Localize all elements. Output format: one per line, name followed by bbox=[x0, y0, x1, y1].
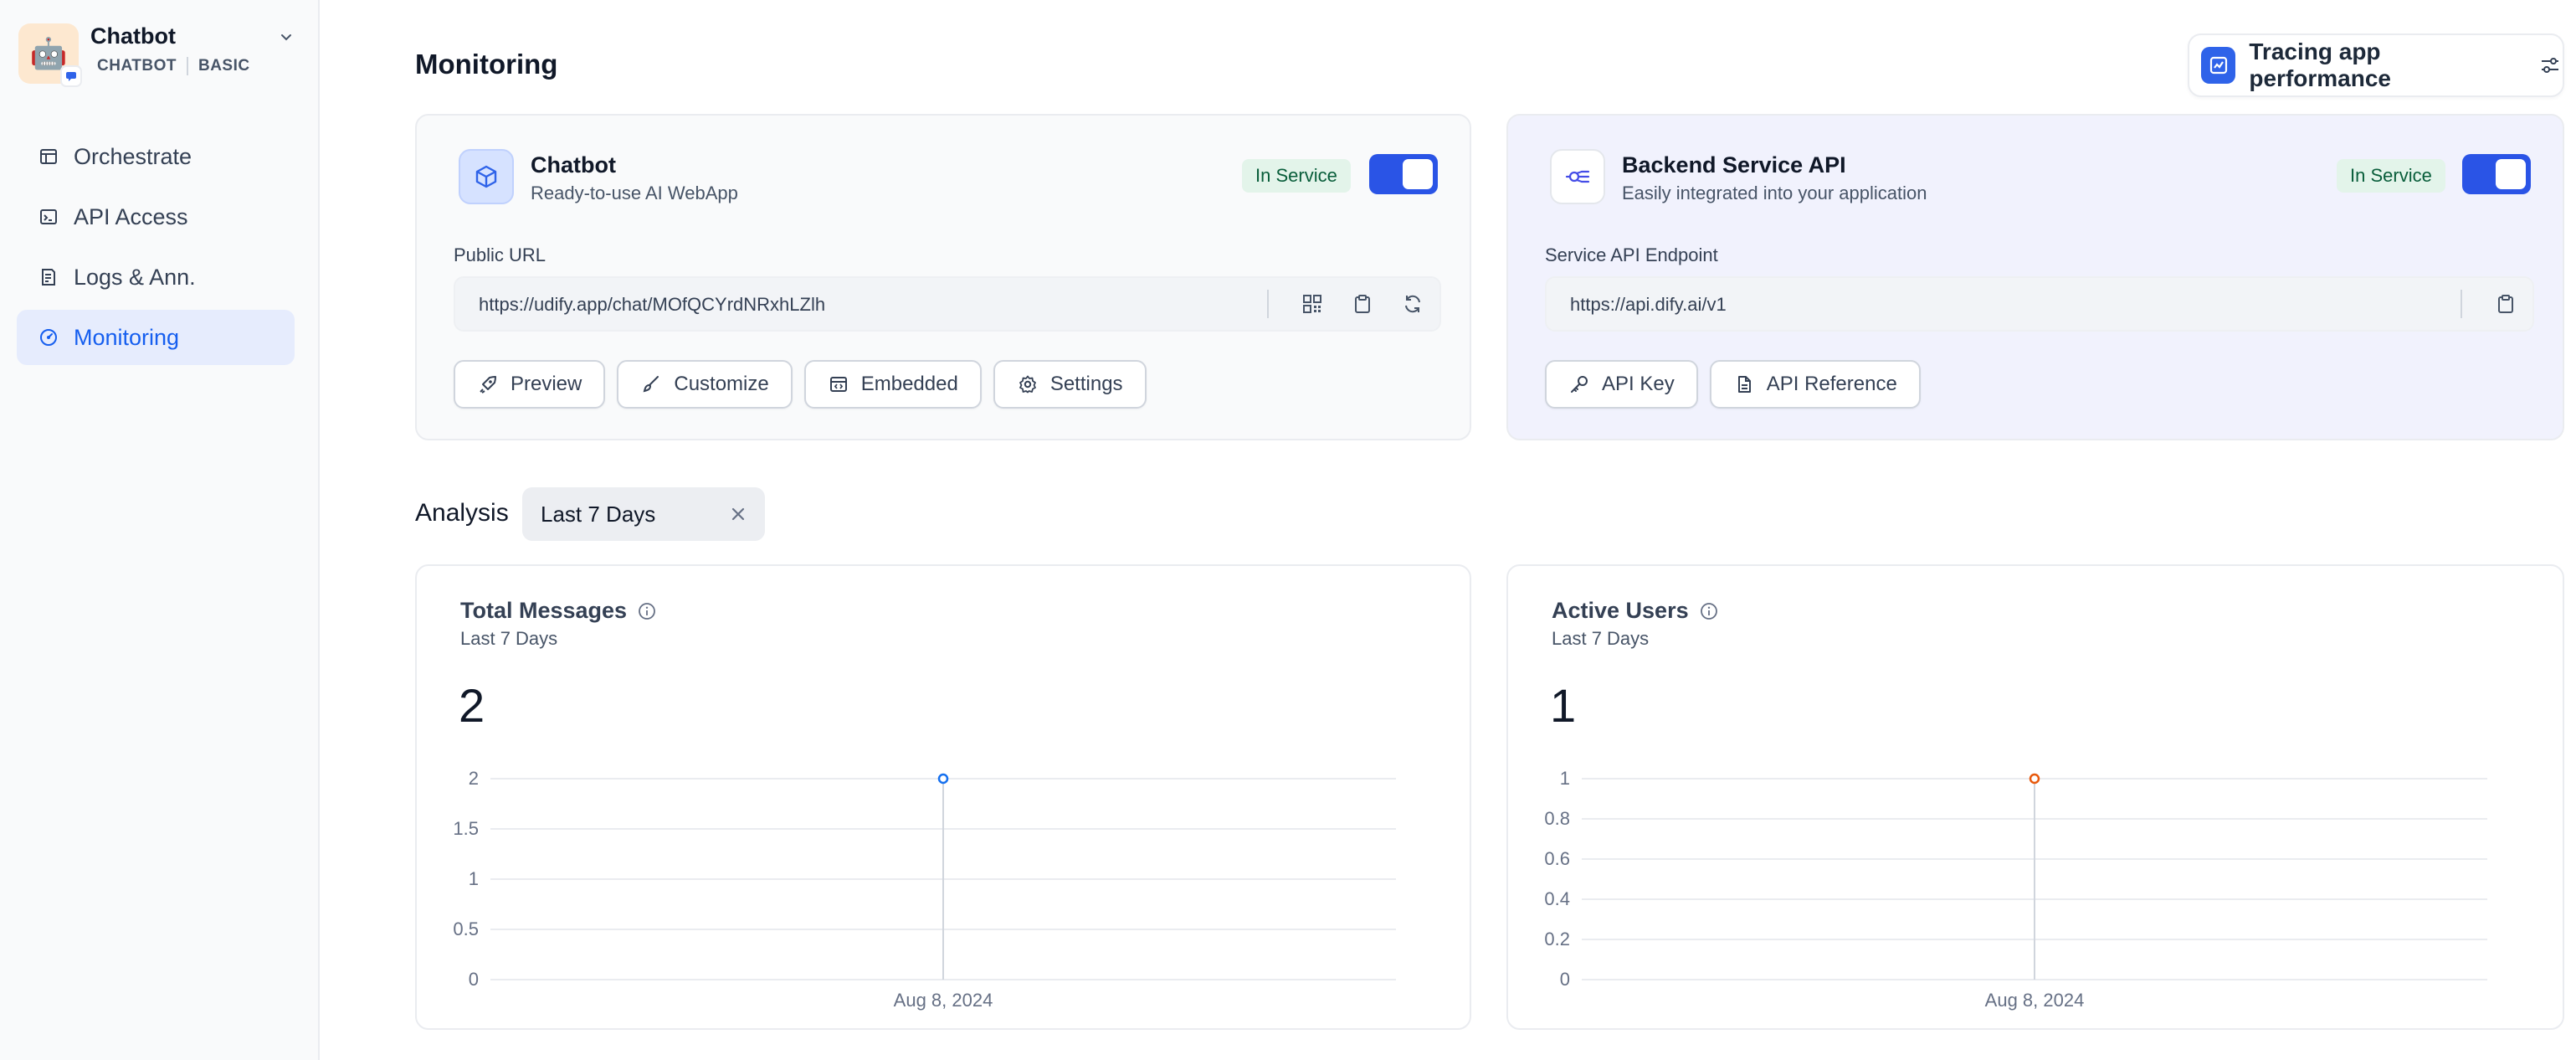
tag-divider bbox=[186, 57, 188, 75]
sidebar-item-label: Orchestrate bbox=[74, 143, 192, 169]
sidebar: 🤖 Chatbot CHATBOT BASIC Orchestrate API … bbox=[0, 0, 320, 1060]
status-badge: In Service bbox=[2337, 159, 2445, 193]
public-url-label: Public URL bbox=[454, 244, 547, 265]
document-icon bbox=[1733, 373, 1755, 395]
url-divider bbox=[1267, 290, 1269, 318]
tracing-icon bbox=[2201, 47, 2236, 84]
date-range-value: Last 7 Days bbox=[541, 501, 656, 527]
preview-button[interactable]: Preview bbox=[454, 360, 606, 409]
tracing-button[interactable]: Tracing app performance bbox=[2188, 33, 2564, 97]
api-actions: API Key API Reference bbox=[1545, 360, 1932, 409]
api-endpoint-value: https://api.dify.ai/v1 bbox=[1570, 294, 1727, 315]
page-title: Monitoring bbox=[415, 49, 558, 80]
y-tick-label: 1.5 bbox=[453, 818, 479, 839]
api-title: Backend Service API bbox=[1622, 152, 1846, 178]
embedded-button[interactable]: Embedded bbox=[803, 360, 982, 409]
settings-button[interactable]: Settings bbox=[993, 360, 1147, 409]
clipboard-copy-icon[interactable] bbox=[2487, 286, 2524, 322]
app-name: Chatbot bbox=[90, 23, 176, 49]
tracing-label: Tracing app performance bbox=[2249, 39, 2391, 91]
api-service-toggle[interactable] bbox=[2462, 154, 2531, 194]
code-window-icon bbox=[828, 373, 849, 395]
webapp-service-toggle[interactable] bbox=[1369, 154, 1438, 194]
dashboard-gauge-icon bbox=[37, 326, 60, 349]
y-tick-label: 1 bbox=[1560, 768, 1570, 789]
customize-button[interactable]: Customize bbox=[617, 360, 793, 409]
sidebar-item-label: API Access bbox=[74, 203, 188, 229]
y-tick-label: 0 bbox=[1560, 969, 1570, 990]
rocket-icon bbox=[477, 373, 499, 395]
x-tick-label: Aug 8, 2024 bbox=[1985, 990, 2085, 1011]
app-tags: CHATBOT BASIC bbox=[97, 57, 250, 75]
api-key-label: API Key bbox=[1602, 373, 1675, 395]
webapp-subtitle: Ready-to-use AI WebApp bbox=[531, 183, 738, 203]
status-badge: In Service bbox=[1242, 159, 1351, 193]
cube-icon bbox=[459, 149, 514, 204]
preview-label: Preview bbox=[511, 373, 582, 395]
active-users-chart: 0 0.2 0.4 0.6 0.8 1 Aug 8, 2024 bbox=[1544, 768, 2487, 1011]
data-point bbox=[937, 773, 949, 785]
close-icon[interactable] bbox=[726, 502, 750, 526]
x-tick-label: Aug 8, 2024 bbox=[894, 990, 993, 1011]
terminal-icon bbox=[37, 205, 60, 229]
refresh-icon[interactable] bbox=[1394, 286, 1431, 322]
api-key-button[interactable]: API Key bbox=[1545, 360, 1698, 409]
y-tick-label: 0.4 bbox=[1544, 888, 1570, 909]
y-tick-label: 0.2 bbox=[1544, 929, 1570, 949]
url-actions bbox=[1267, 286, 1431, 322]
clipboard-copy-icon[interactable] bbox=[1344, 286, 1381, 322]
app-type-tag: CHATBOT bbox=[97, 57, 177, 75]
api-reference-button[interactable]: API Reference bbox=[1709, 360, 1921, 409]
qr-code-icon[interactable] bbox=[1294, 286, 1331, 322]
public-url-value: https://udify.app/chat/MOfQCYrdNRxhLZlh bbox=[479, 294, 826, 315]
active-users-card: Active Users Last 7 Days 1 0 0.2 0.4 0.6 0.8… bbox=[1506, 564, 2564, 1030]
settings-label: Settings bbox=[1049, 373, 1123, 395]
api-subtitle: Easily integrated into your application bbox=[1622, 183, 1927, 203]
layout-icon bbox=[37, 145, 60, 168]
embedded-label: Embedded bbox=[860, 373, 958, 395]
api-endpoint-field[interactable]: https://api.dify.ai/v1 bbox=[1545, 276, 2534, 332]
sidebar-item-api-access[interactable]: API Access bbox=[17, 189, 295, 244]
url-divider bbox=[2461, 290, 2462, 318]
total-messages-chart: 0 0.5 1 1.5 2 Aug 8, 2024 bbox=[453, 768, 1396, 1011]
api-reference-label: API Reference bbox=[1766, 373, 1897, 395]
sidebar-item-orchestrate[interactable]: Orchestrate bbox=[17, 129, 295, 184]
customize-label: Customize bbox=[674, 373, 769, 395]
y-tick-label: 0.6 bbox=[1544, 848, 1570, 869]
public-url-field[interactable]: https://udify.app/chat/MOfQCYrdNRxhLZlh bbox=[454, 276, 1441, 332]
y-tick-label: 1 bbox=[469, 868, 479, 889]
webapp-actions: Preview Customize Embedded Settings bbox=[454, 360, 1158, 409]
sidebar-nav: Orchestrate API Access Logs & Ann. Monit… bbox=[17, 129, 295, 370]
app-switcher[interactable]: 🤖 Chatbot CHATBOT BASIC bbox=[18, 20, 303, 87]
y-tick-label: 0 bbox=[469, 969, 479, 990]
key-icon bbox=[1568, 373, 1590, 395]
webapp-title: Chatbot bbox=[531, 152, 616, 178]
total-messages-card: Total Messages Last 7 Days 2 0 0.5 1 1.5 2 Au… bbox=[415, 564, 1471, 1030]
api-endpoint-label: Service API Endpoint bbox=[1545, 244, 1718, 265]
url-actions bbox=[2461, 286, 2524, 322]
date-range-select[interactable]: Last 7 Days bbox=[522, 487, 765, 541]
sidebar-item-logs[interactable]: Logs & Ann. bbox=[17, 250, 295, 305]
api-card: Backend Service API Easily integrated in… bbox=[1506, 114, 2564, 440]
chevron-down-icon[interactable] bbox=[275, 25, 298, 49]
gear-icon bbox=[1017, 373, 1039, 395]
toggle-knob bbox=[1403, 159, 1433, 189]
file-list-icon bbox=[37, 265, 60, 289]
sidebar-item-label: Logs & Ann. bbox=[74, 264, 196, 290]
data-point bbox=[2029, 773, 2040, 785]
analysis-label: Analysis bbox=[415, 499, 509, 527]
webapp-card: Chatbot Ready-to-use AI WebApp In Servic… bbox=[415, 114, 1471, 440]
sidebar-item-monitoring[interactable]: Monitoring bbox=[17, 310, 295, 365]
sidebar-item-label: Monitoring bbox=[74, 324, 180, 350]
sliders-settings-icon[interactable] bbox=[2538, 52, 2563, 79]
app-mode-tag: BASIC bbox=[198, 57, 250, 75]
y-tick-label: 0.8 bbox=[1544, 808, 1570, 829]
y-tick-label: 2 bbox=[469, 768, 479, 789]
api-connection-icon bbox=[1550, 149, 1605, 204]
brush-icon bbox=[640, 373, 662, 395]
toggle-knob bbox=[2496, 159, 2526, 189]
y-tick-label: 0.5 bbox=[453, 918, 479, 939]
chat-bubble-icon bbox=[60, 65, 82, 87]
